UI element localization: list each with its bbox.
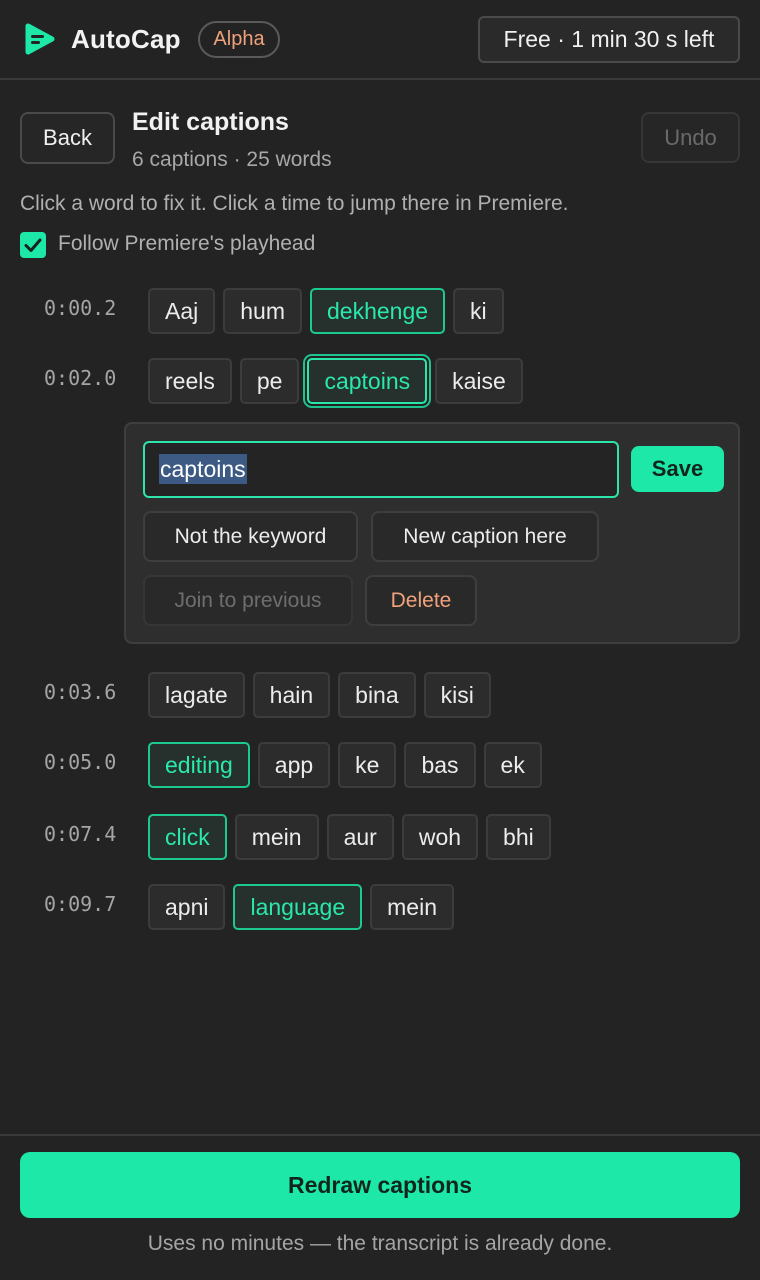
word-chip[interactable]: bina (338, 672, 416, 718)
keyword-chip[interactable]: editing (148, 742, 250, 788)
word-chip[interactable]: woh (401, 814, 479, 860)
instructions-text: Click a word to fix it. Click a time to … (20, 192, 569, 215)
word-chip[interactable]: aur (326, 814, 394, 860)
follow-playhead-label: Follow Premiere's playhead (58, 232, 316, 255)
app-title: AutoCap (71, 24, 181, 54)
word-chip[interactable]: lagate (148, 672, 245, 718)
not-keyword-button[interactable]: Not the keyword (143, 511, 358, 562)
caption-row: editing app ke bas ek (148, 742, 542, 788)
word-chip[interactable]: hum (223, 288, 302, 334)
new-caption-button[interactable]: New caption here (371, 511, 599, 562)
caption-timestamp[interactable]: 0:05.0 (44, 750, 116, 774)
plan-status[interactable]: Free · 1 min 30 s left (478, 16, 740, 63)
caption-count: 6 captions · 25 words (132, 148, 332, 171)
word-chip[interactable]: kisi (423, 672, 491, 718)
delete-button[interactable]: Delete (365, 575, 477, 626)
caption-timestamp[interactable]: 0:03.6 (44, 680, 116, 704)
undo-button[interactable]: Undo (641, 112, 740, 163)
word-chip[interactable]: ki (453, 288, 504, 334)
word-chip[interactable]: reels (148, 358, 232, 404)
word-chip[interactable]: bas (404, 742, 476, 788)
footer-note: Uses no minutes — the transcript is alre… (147, 1232, 613, 1255)
word-chip[interactable]: mein (370, 884, 454, 930)
footer-divider (0, 1134, 760, 1136)
word-chip[interactable]: ke (338, 742, 397, 788)
word-edit-input[interactable]: captoins (143, 441, 619, 498)
keyword-chip[interactable]: language (233, 884, 363, 930)
keyword-chip[interactable]: dekhenge (310, 288, 446, 334)
alpha-badge: Alpha (198, 21, 280, 58)
selected-word-chip[interactable]: captoins (307, 358, 428, 404)
autocap-logo-icon (25, 23, 55, 55)
keyword-chip[interactable]: click (148, 814, 227, 860)
word-chip[interactable]: mein (234, 814, 319, 860)
word-chip[interactable]: ek (483, 742, 542, 788)
back-button[interactable]: Back (20, 112, 115, 164)
caption-row: apni language mein (148, 884, 454, 930)
checkmark-icon (24, 238, 42, 252)
app-header: AutoCap Alpha Free · 1 min 30 s left (0, 0, 760, 80)
follow-playhead-checkbox[interactable] (20, 232, 46, 258)
page-title: Edit captions (132, 108, 289, 136)
word-chip[interactable]: app (257, 742, 331, 788)
save-button[interactable]: Save (631, 446, 724, 492)
redraw-captions-button[interactable]: Redraw captions (20, 1152, 740, 1218)
caption-row: reels pe captoins kaise (148, 358, 523, 404)
caption-row: lagate hain bina kisi (148, 672, 491, 718)
caption-timestamp[interactable]: 0:07.4 (44, 822, 116, 846)
caption-row: click mein aur woh bhi (148, 814, 551, 860)
word-chip[interactable]: bhi (486, 814, 551, 860)
word-chip[interactable]: apni (148, 884, 226, 930)
caption-timestamp[interactable]: 0:09.7 (44, 892, 116, 916)
word-chip[interactable]: hain (252, 672, 331, 718)
caption-timestamp[interactable]: 0:00.2 (44, 296, 116, 320)
selected-text: captoins (159, 454, 247, 484)
word-chip[interactable]: kaise (435, 358, 523, 404)
join-previous-button[interactable]: Join to previous (143, 575, 353, 626)
word-chip[interactable]: Aaj (148, 288, 216, 334)
caption-timestamp[interactable]: 0:02.0 (44, 366, 116, 390)
word-chip[interactable]: pe (239, 358, 300, 404)
caption-row: Aaj hum dekhenge ki (148, 288, 504, 334)
word-edit-panel: captoins Save Not the keyword New captio… (124, 422, 740, 644)
